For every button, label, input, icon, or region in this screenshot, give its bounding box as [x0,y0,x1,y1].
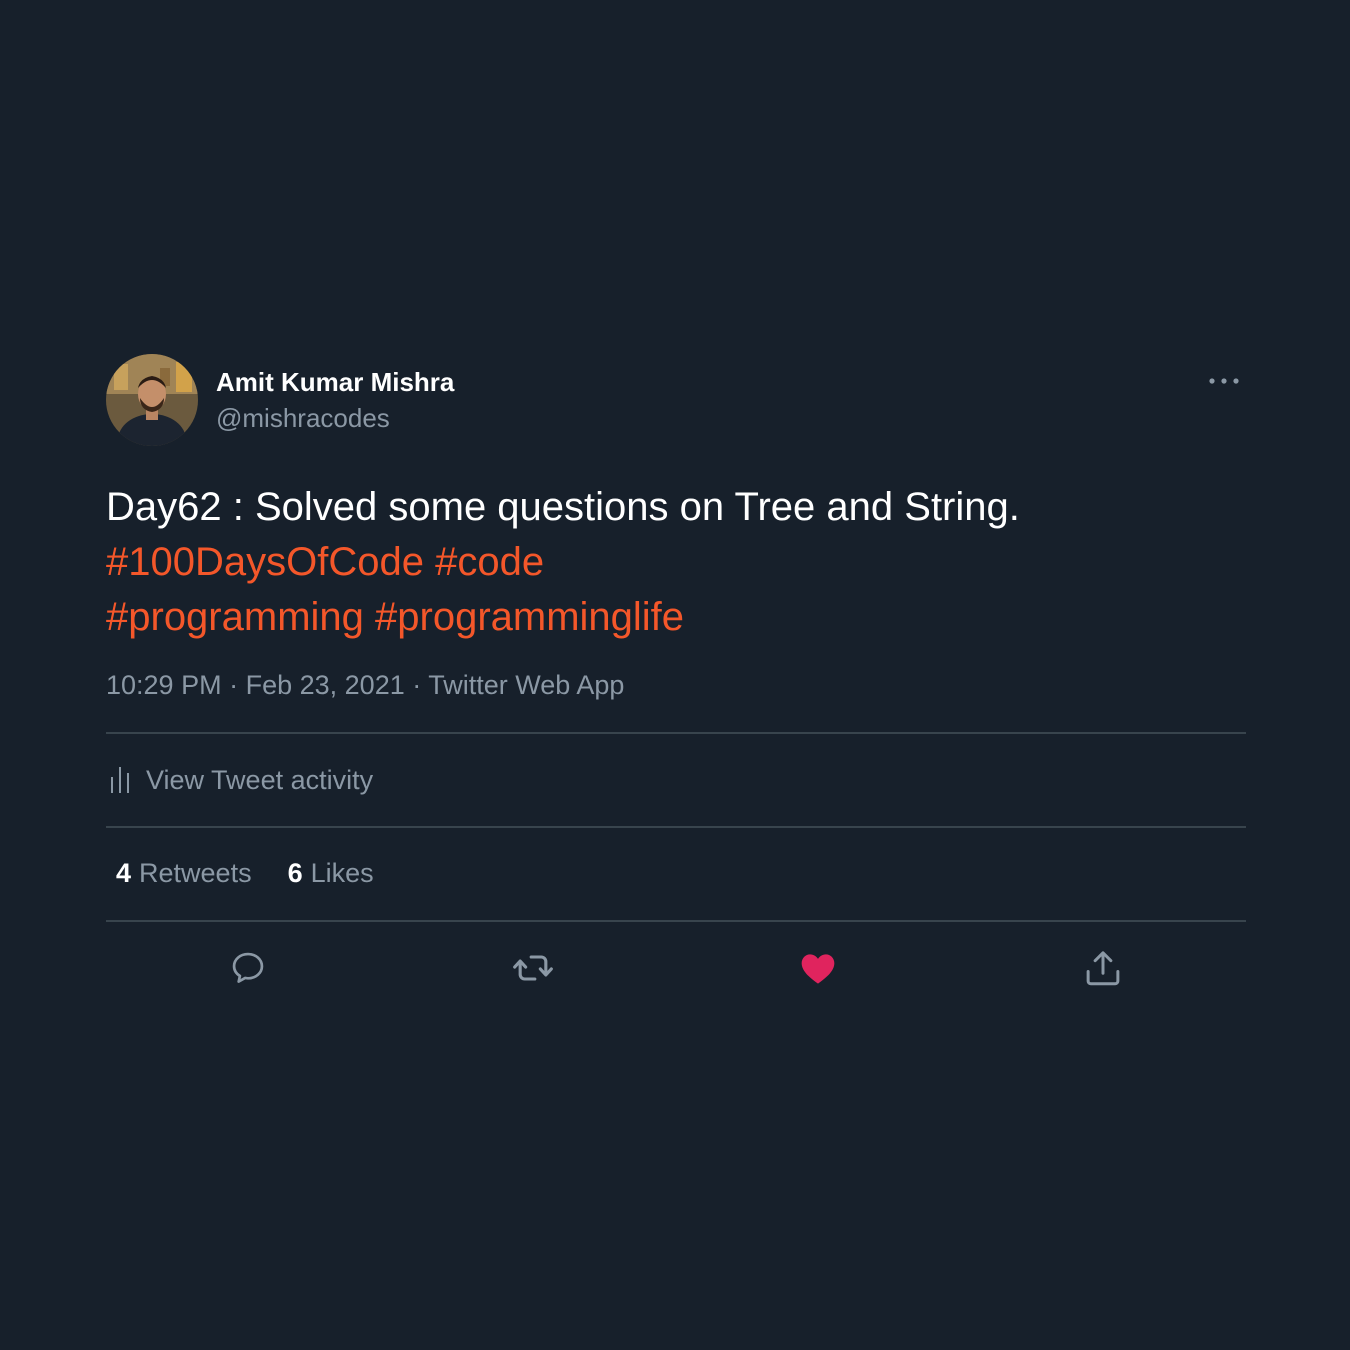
heart-filled-icon [801,954,835,984]
retweet-button[interactable] [511,946,555,990]
hashtag-line-1: #100DaysOfCode #code [106,535,1246,590]
reply-bubble-icon [232,952,264,983]
like-button[interactable] [796,946,840,990]
avatar-photo [106,354,198,446]
likes-stat[interactable]: 6 Likes [288,858,374,889]
tweet-card: Amit Kumar Mishra @mishracodes Day62 : S… [106,354,1246,986]
divider [106,920,1246,922]
tweet-text-line: Day62 : Solved some questions on Tree an… [106,485,1020,529]
meta-separator: · [412,670,422,700]
more-options-button[interactable] [1206,372,1242,390]
likes-count: 6 [287,858,303,888]
tweet-text: Day62 : Solved some questions on Tree an… [106,480,1246,645]
share-upload-icon [1086,951,1120,986]
view-activity-link[interactable]: View Tweet activity [110,760,373,800]
divider [106,732,1246,734]
share-button[interactable] [1081,946,1125,990]
tweet-source[interactable]: Twitter Web App [428,670,624,700]
reply-button[interactable] [226,946,270,990]
avatar[interactable] [106,354,198,446]
hashtag-line-2: #programming #programminglife [106,590,1246,645]
hashtag-programminglife[interactable]: #programminglife [375,595,684,639]
tweet-date[interactable]: Feb 23, 2021 [246,670,405,700]
author-name[interactable]: Amit Kumar Mishra [216,367,454,398]
tweet-actions [106,946,1246,990]
retweet-icon [513,955,553,981]
divider [106,826,1246,828]
tweet-header: Amit Kumar Mishra @mishracodes [106,354,1246,448]
tweet-meta: 10:29 PM · Feb 23, 2021 · Twitter Web Ap… [106,670,624,701]
likes-label: Likes [310,858,374,888]
tweet-stats: 4 Retweets 6 Likes [116,858,374,889]
hashtag-code[interactable]: #code [435,540,544,584]
hashtag-100daysofcode[interactable]: #100DaysOfCode [106,540,424,584]
retweets-stat[interactable]: 4 Retweets [116,858,252,889]
retweets-count: 4 [116,858,132,888]
tweet-time[interactable]: 10:29 PM [106,670,222,700]
hashtag-programming[interactable]: #programming [106,595,364,639]
bar-chart-icon [111,767,129,793]
view-activity-label: View Tweet activity [146,764,374,795]
author-handle[interactable]: @mishracodes [216,403,390,434]
meta-separator: · [229,670,239,700]
more-dots-icon [1209,378,1239,384]
retweets-label: Retweets [139,858,252,888]
